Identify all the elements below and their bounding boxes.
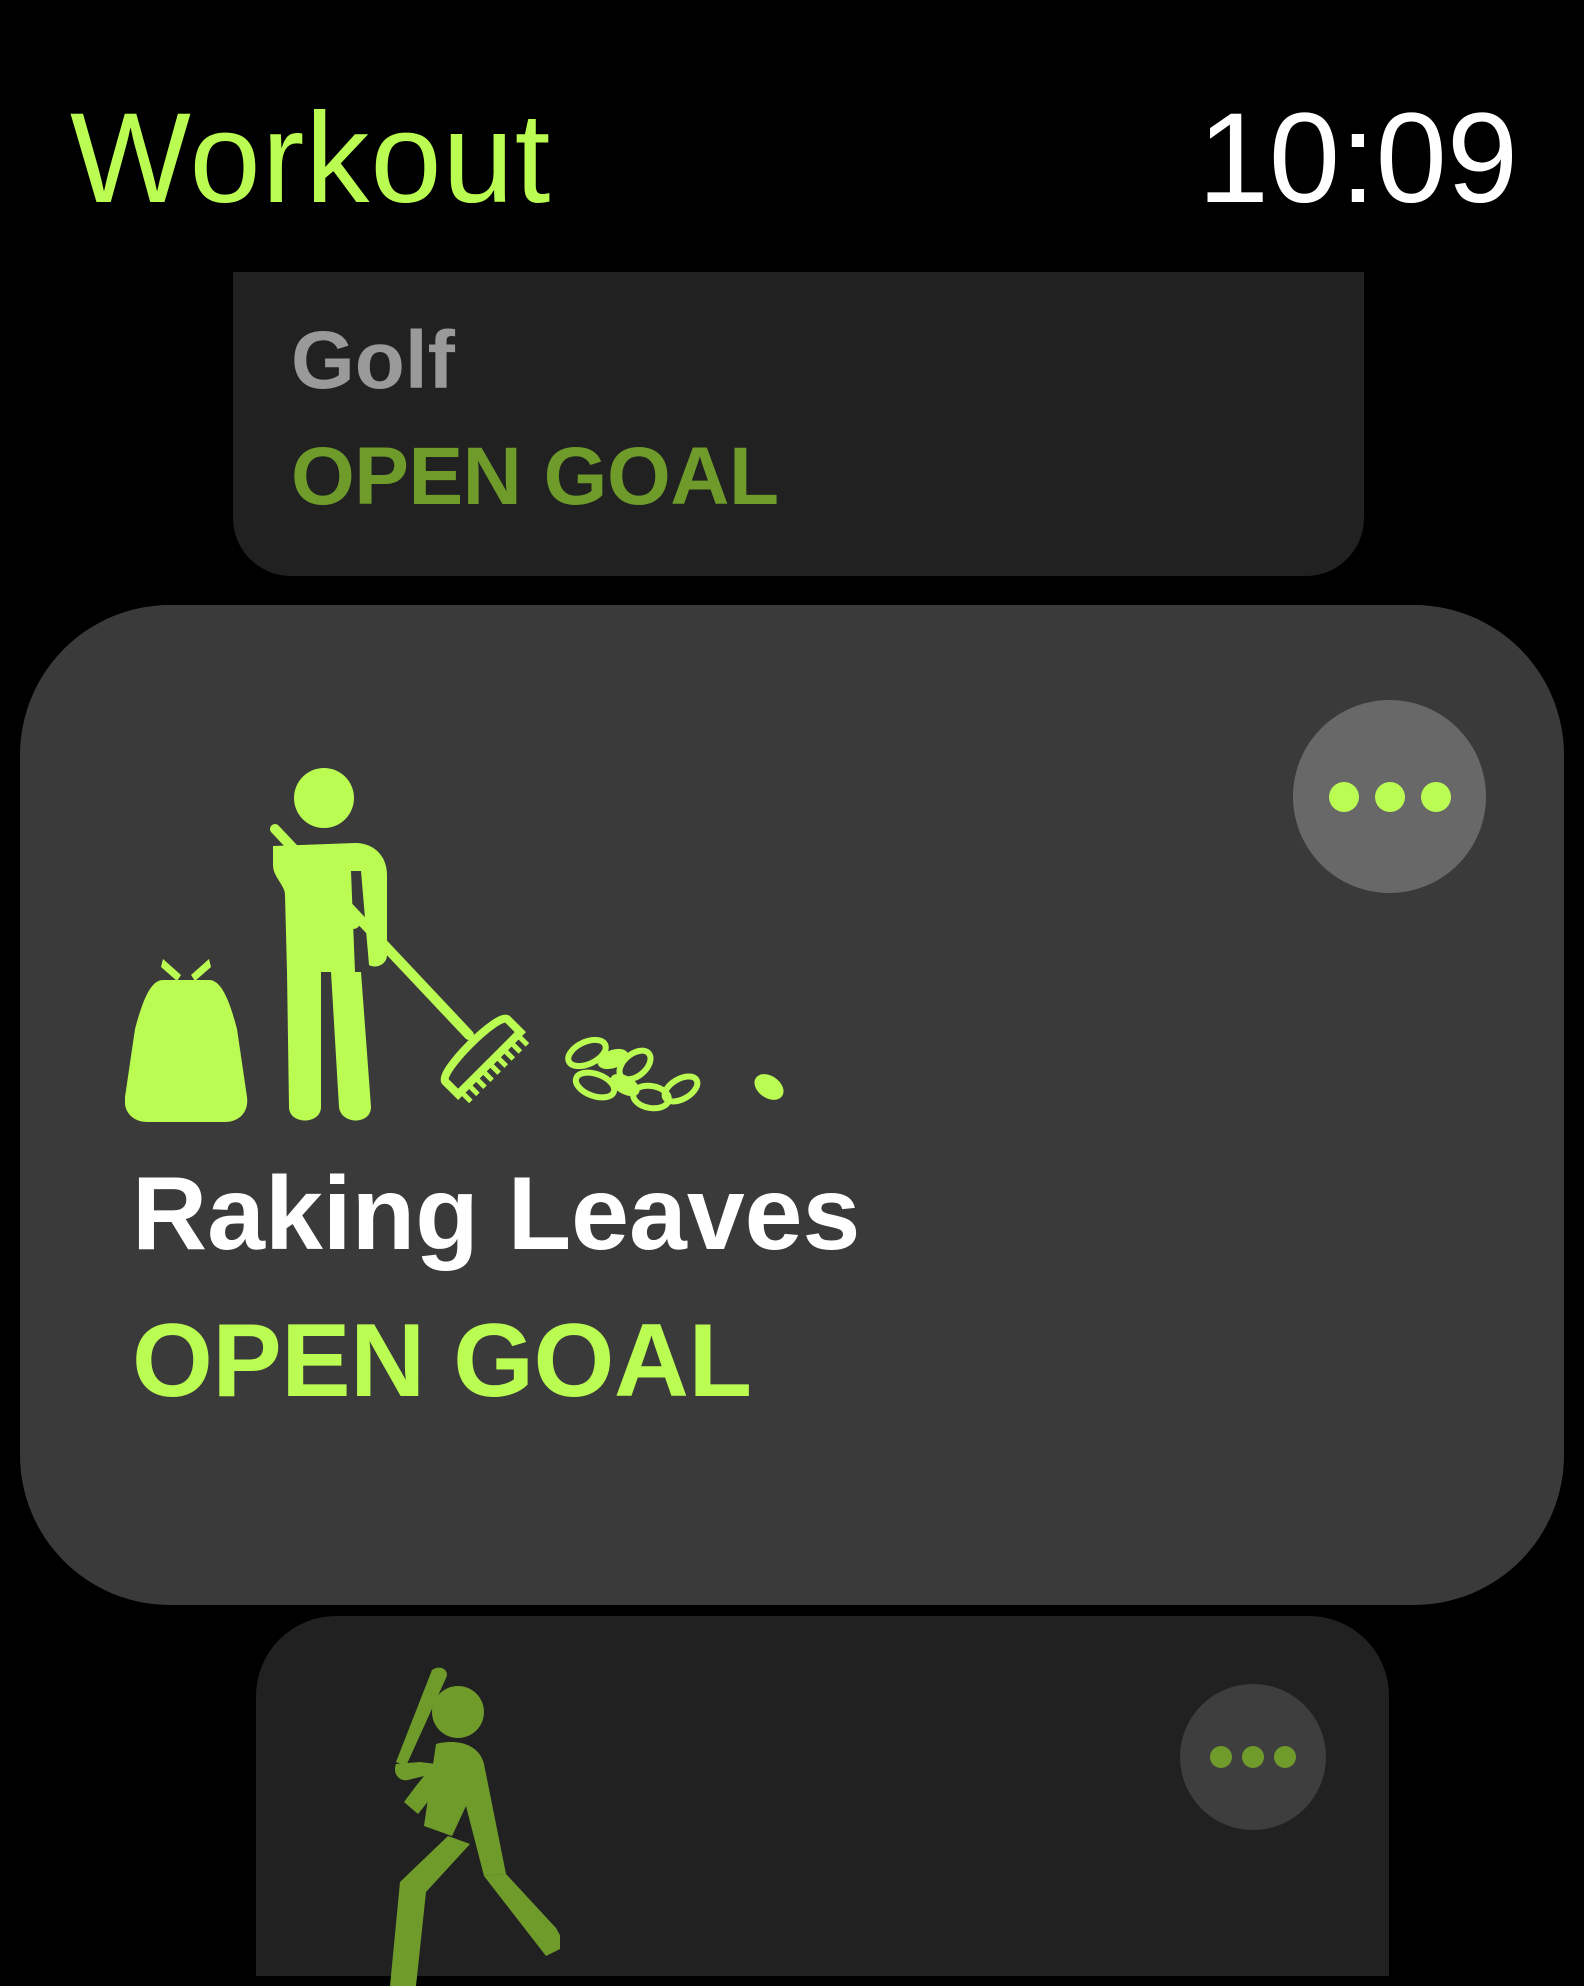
ellipsis-icon-dot <box>1374 781 1405 812</box>
ellipsis-icon <box>1328 781 1359 812</box>
header-title: Workout <box>70 87 552 230</box>
workout-goal: OPEN GOAL <box>132 1303 752 1419</box>
workout-goal: OPEN GOAL <box>291 431 779 522</box>
ellipsis-icon <box>1210 1746 1232 1768</box>
raking-leaves-icon <box>125 768 784 1122</box>
baseball-icon <box>390 1667 560 1986</box>
ellipsis-icon-dot <box>1274 1746 1296 1768</box>
status-time: 10:09 <box>1197 87 1518 230</box>
workout-card-golf[interactable]: Golf OPEN GOAL <box>233 272 1364 576</box>
more-options-button[interactable] <box>1293 700 1486 893</box>
workout-name: Raking Leaves <box>132 1156 861 1272</box>
ellipsis-icon-dot <box>1420 781 1451 812</box>
more-options-button[interactable] <box>1180 1684 1326 1830</box>
workout-name: Golf <box>291 315 455 406</box>
workout-card-baseball[interactable] <box>256 1616 1389 1986</box>
workout-card-raking-leaves[interactable]: Raking Leaves OPEN GOAL <box>20 605 1564 1605</box>
ellipsis-icon-dot <box>1242 1746 1264 1768</box>
